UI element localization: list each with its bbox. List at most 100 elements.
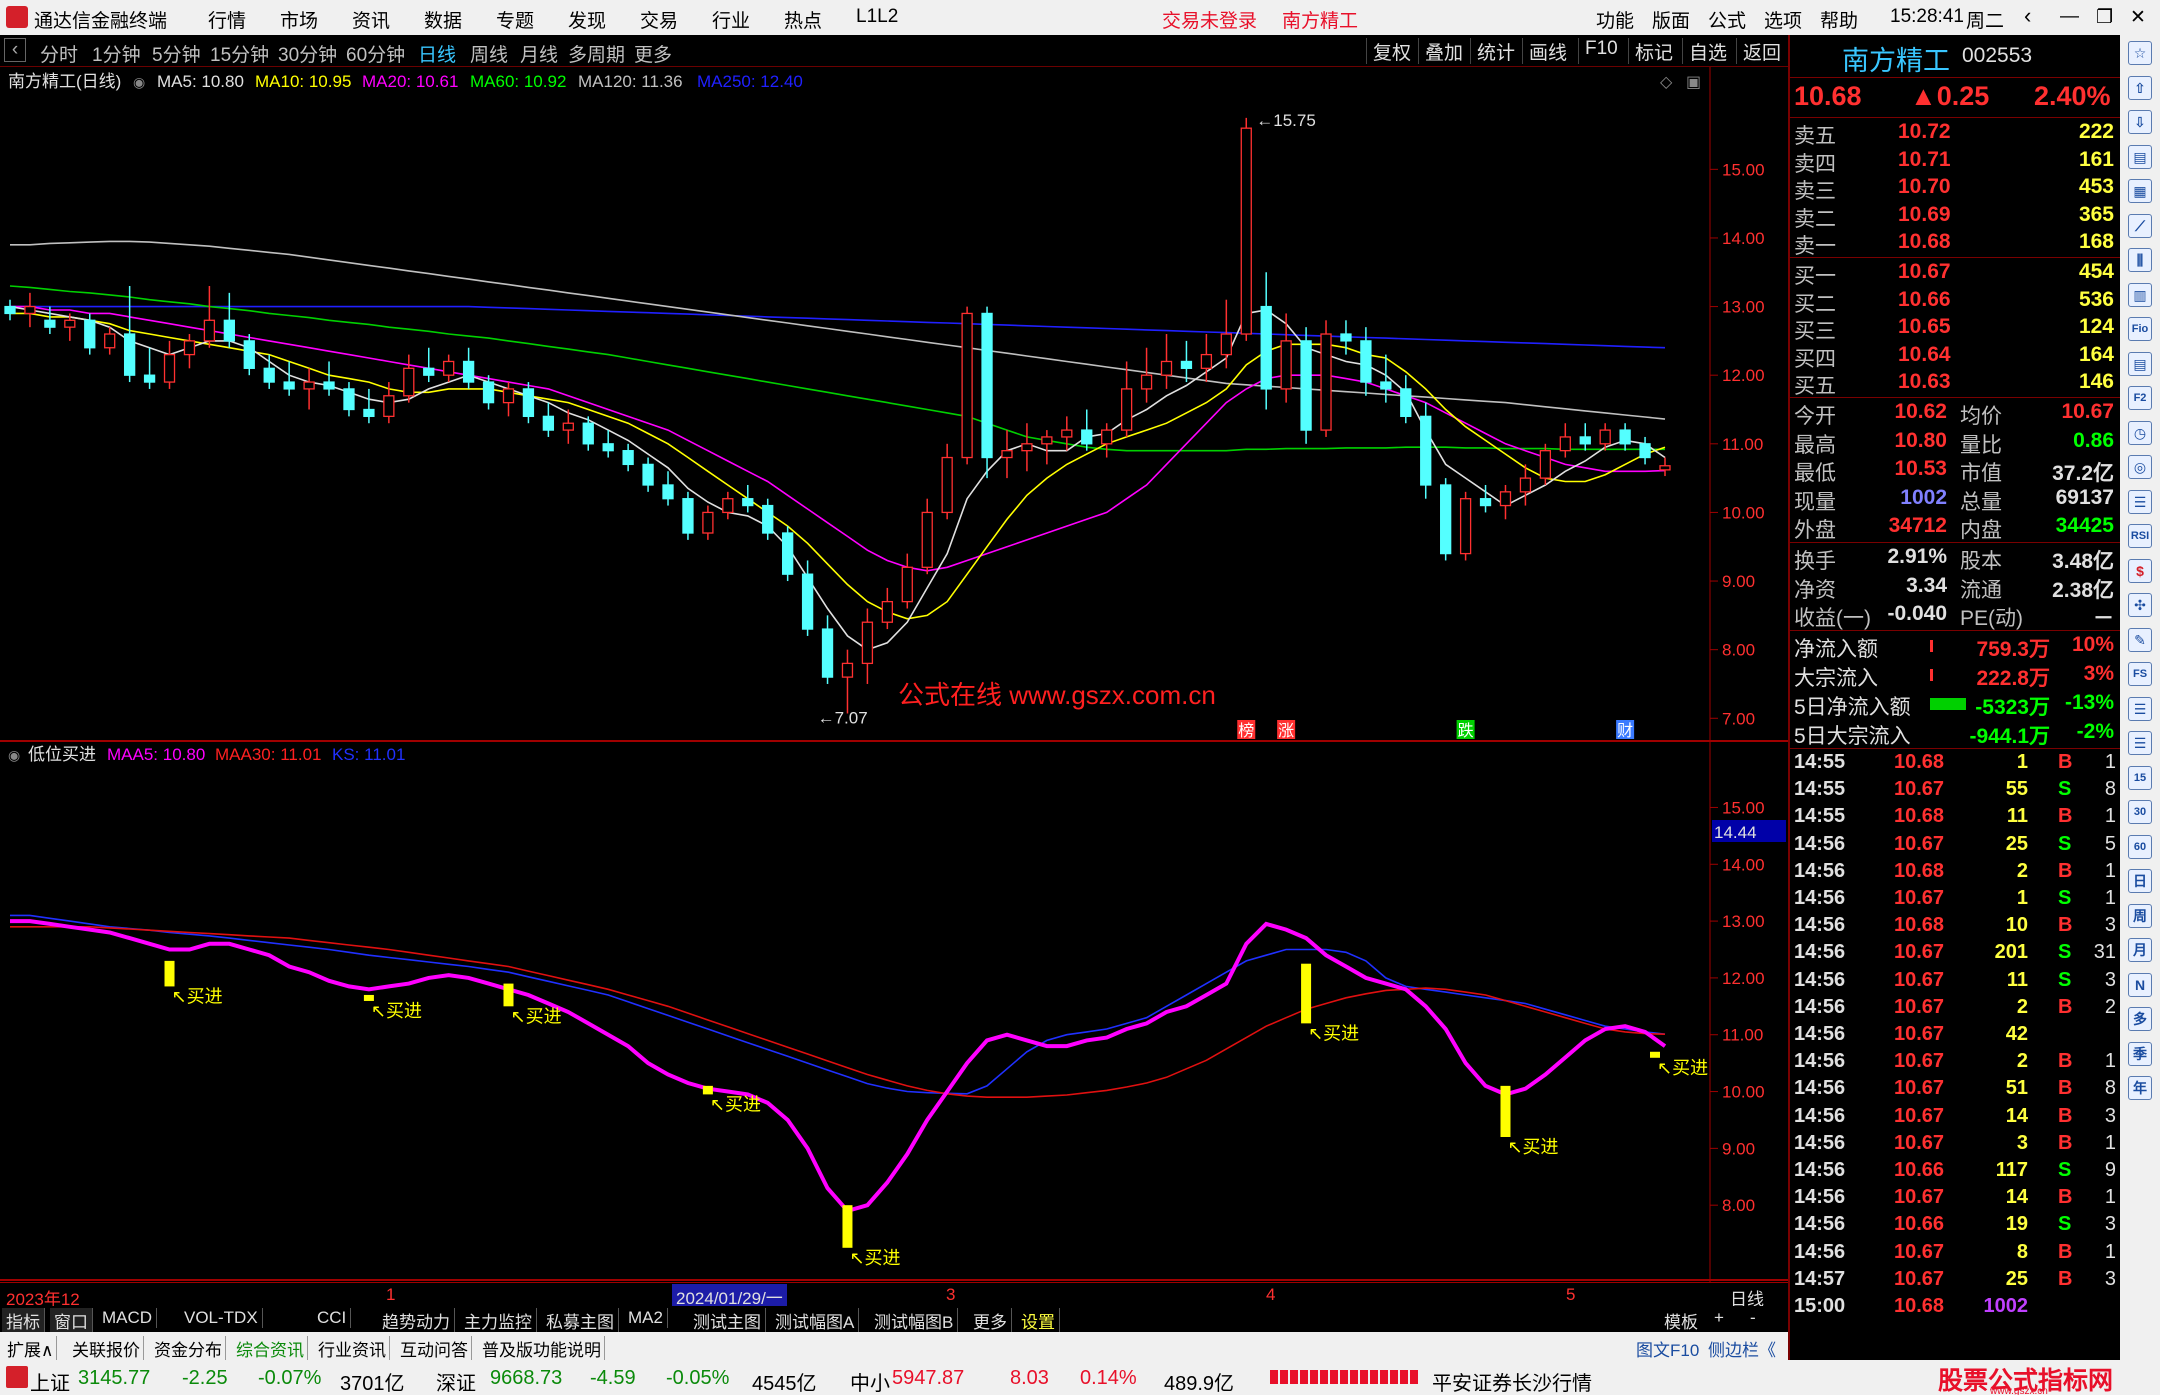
tab-1min[interactable]: 1分钟 bbox=[92, 40, 141, 67]
back-icon[interactable]: ‹ bbox=[2024, 3, 2031, 29]
bid-row[interactable]: 买二 10.66 536 bbox=[1790, 287, 2122, 316]
side-icon-30[interactable]: 年 bbox=[2128, 1076, 2152, 1100]
indicator-tab-10[interactable]: 测试幅图A bbox=[771, 1308, 860, 1333]
ask-row[interactable]: 卖一 10.68 168 bbox=[1790, 229, 2122, 258]
side-icon-11[interactable]: ◷ bbox=[2128, 420, 2152, 445]
menu-jiaoyi[interactable]: 交易 bbox=[640, 6, 678, 33]
tick-row[interactable]: 14:56 10.67 11 S 3 bbox=[1790, 968, 2122, 995]
indicator-tab-5[interactable]: 趋势动力 bbox=[378, 1308, 455, 1333]
side-icon-5[interactable]: ⟋ bbox=[2128, 213, 2152, 238]
menu-shichang[interactable]: 市场 bbox=[280, 6, 318, 33]
tick-row[interactable]: 14:56 10.67 51 B 8 bbox=[1790, 1076, 2122, 1103]
tick-row[interactable]: 14:56 10.67 25 S 5 bbox=[1790, 832, 2122, 859]
ext-tab-6[interactable]: 普及版功能说明 bbox=[479, 1336, 605, 1361]
tab-60min[interactable]: 60分钟 bbox=[346, 40, 405, 67]
side-icon-13[interactable]: ☰ bbox=[2128, 489, 2152, 514]
side-icon-2[interactable]: ⇩ bbox=[2128, 110, 2152, 134]
btn-diejia[interactable]: 叠加 bbox=[1418, 38, 1469, 64]
side-icon-3[interactable]: ▤ bbox=[2128, 144, 2152, 169]
tick-row[interactable]: 14:56 10.67 2 B 1 bbox=[1790, 1049, 2122, 1076]
tick-row[interactable]: 14:56 10.67 2 B 2 bbox=[1790, 995, 2122, 1022]
bid-row[interactable]: 买一 10.67 454 bbox=[1790, 259, 2122, 288]
tick-row[interactable]: 14:55 10.67 55 S 8 bbox=[1790, 777, 2122, 804]
restore-icon[interactable]: ❐ bbox=[2096, 6, 2113, 29]
indicator-tab-9[interactable]: 测试主图 bbox=[689, 1308, 766, 1333]
tick-row[interactable]: 14:56 10.68 10 B 3 bbox=[1790, 913, 2122, 940]
ext-tab-1[interactable]: 关联报价 bbox=[69, 1336, 144, 1361]
tick-row[interactable]: 14:55 10.68 1 B 1 bbox=[1790, 750, 2122, 777]
indicator-tab-13[interactable]: 设置 bbox=[1017, 1308, 1060, 1333]
indicator-tab-0[interactable]: 指标 bbox=[2, 1308, 45, 1333]
side-tab-1[interactable]: 侧边栏《 bbox=[1708, 1336, 1776, 1361]
tab-30min[interactable]: 30分钟 bbox=[278, 40, 337, 67]
side-icon-15[interactable]: $ bbox=[2128, 558, 2152, 583]
index-zx-name[interactable]: 中小 bbox=[850, 1367, 890, 1395]
bid-row[interactable]: 买三 10.65 124 bbox=[1790, 314, 2122, 343]
tick-row[interactable]: 14:56 10.67 1 S 1 bbox=[1790, 886, 2122, 913]
panel-max-icon[interactable]: ▣ bbox=[1686, 74, 1701, 91]
indicator-tab-3[interactable]: VOL-TDX bbox=[180, 1308, 263, 1328]
side-icon-24[interactable]: 日 bbox=[2128, 869, 2152, 893]
tick-row[interactable]: 14:56 10.67 42 bbox=[1790, 1022, 2122, 1049]
side-tab-0[interactable]: 图文F10 bbox=[1636, 1336, 1699, 1361]
btn-tongji[interactable]: 统计 bbox=[1470, 38, 1521, 64]
menu-hangye[interactable]: 行业 bbox=[712, 6, 750, 33]
tick-row[interactable]: 14:56 10.67 14 B 3 bbox=[1790, 1104, 2122, 1131]
tick-row[interactable]: 14:56 10.67 14 B 1 bbox=[1790, 1185, 2122, 1212]
ask-row[interactable]: 卖五 10.72 222 bbox=[1790, 119, 2122, 148]
ext-tab-0[interactable]: 扩展∧ bbox=[4, 1336, 58, 1361]
menu-hangqing[interactable]: 行情 bbox=[208, 6, 246, 33]
tick-row[interactable]: 14:56 10.68 2 B 1 bbox=[1790, 859, 2122, 886]
index-sh-name[interactable]: 上证 bbox=[30, 1367, 70, 1395]
btn-zixuan[interactable]: 自选 bbox=[1682, 38, 1733, 64]
menu-gongshi[interactable]: 公式 bbox=[1708, 6, 1746, 33]
ext-tab-5[interactable]: 互动问答 bbox=[397, 1336, 472, 1361]
side-icon-12[interactable]: ◎ bbox=[2128, 455, 2152, 479]
ext-tab-2[interactable]: 资金分布 bbox=[151, 1336, 226, 1361]
trade-status[interactable]: 交易未登录 bbox=[1162, 6, 1257, 33]
tab-fenshi[interactable]: 分时 bbox=[40, 40, 78, 67]
tab-control-1[interactable]: + bbox=[1714, 1308, 1724, 1328]
side-icon-28[interactable]: 多 bbox=[2128, 1007, 2152, 1031]
btn-biaoji[interactable]: 标记 bbox=[1628, 38, 1679, 64]
legend-toggle-icon[interactable]: ◉ bbox=[133, 74, 145, 90]
side-icon-22[interactable]: 30 bbox=[2128, 800, 2152, 824]
menu-zixun[interactable]: 资讯 bbox=[352, 6, 390, 33]
tab-more[interactable]: 更多 bbox=[634, 40, 672, 67]
btn-fuquan[interactable]: 复权 bbox=[1366, 38, 1417, 64]
side-icon-23[interactable]: 60 bbox=[2128, 834, 2152, 859]
indicator-chart[interactable]: 8.00 9.00 10.00 11.00 12.00 13.00 14.00 15.00 ↖… bbox=[0, 742, 1788, 1282]
tab-daily[interactable]: 日线 bbox=[418, 40, 456, 67]
menu-l1l2[interactable]: L1L2 bbox=[856, 6, 898, 28]
side-icon-19[interactable]: ☰ bbox=[2128, 696, 2152, 721]
indicator-tab-7[interactable]: 私募主图 bbox=[542, 1308, 619, 1333]
index-sz-name[interactable]: 深证 bbox=[436, 1367, 476, 1395]
indicator-tab-8[interactable]: MA2 bbox=[624, 1308, 668, 1328]
tab-monthly[interactable]: 月线 bbox=[520, 40, 558, 67]
side-icon-14[interactable]: RSI bbox=[2128, 524, 2152, 548]
tick-list[interactable]: 14:55 10.68 1 B 1 14:55 10.67 55 S 8 14:55 10.68 11 B… bbox=[1790, 750, 2122, 1330]
side-icon-1[interactable]: ⇧ bbox=[2128, 75, 2152, 100]
side-icon-8[interactable]: Fio bbox=[2128, 317, 2152, 341]
tick-row[interactable]: 14:56 10.67 3 B 1 bbox=[1790, 1131, 2122, 1158]
ask-row[interactable]: 卖四 10.71 161 bbox=[1790, 147, 2122, 176]
btn-huaxian[interactable]: 画线 bbox=[1522, 38, 1573, 64]
menu-faxian[interactable]: 发现 bbox=[568, 6, 606, 33]
tick-row[interactable]: 14:55 10.68 11 B 1 bbox=[1790, 804, 2122, 831]
indicator-tab-6[interactable]: 主力监控 bbox=[460, 1308, 537, 1333]
side-icon-29[interactable]: 季 bbox=[2128, 1041, 2152, 1066]
side-icon-21[interactable]: 15 bbox=[2128, 765, 2152, 790]
ext-tab-4[interactable]: 行业资讯 bbox=[315, 1336, 390, 1361]
indicator-tab-11[interactable]: 测试幅图B bbox=[870, 1308, 959, 1333]
side-icon-20[interactable]: ☰ bbox=[2128, 731, 2152, 755]
tick-row[interactable]: 14:56 10.66 117 S 9 bbox=[1790, 1158, 2122, 1185]
menu-xuanxiang[interactable]: 选项 bbox=[1764, 6, 1802, 33]
menu-bangzhu[interactable]: 帮助 bbox=[1820, 6, 1858, 33]
diamond-icon[interactable]: ◇ bbox=[1660, 74, 1673, 91]
tick-row[interactable]: 14:56 10.66 19 S 3 bbox=[1790, 1212, 2122, 1239]
btn-f10[interactable]: F10 bbox=[1578, 38, 1624, 64]
tab-5min[interactable]: 5分钟 bbox=[152, 40, 201, 67]
tick-row[interactable]: 14:56 10.67 8 B 1 bbox=[1790, 1240, 2122, 1267]
ind-legend-toggle-icon[interactable]: ◉ bbox=[8, 747, 20, 763]
side-icon-17[interactable]: ✎ bbox=[2128, 627, 2152, 652]
